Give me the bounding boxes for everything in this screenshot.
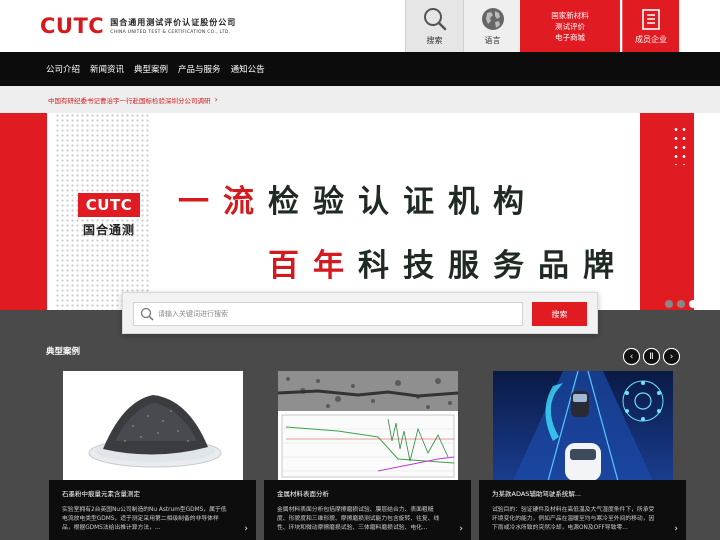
slogan1-red: 一流 xyxy=(178,184,268,220)
case-image-surface-analysis[interactable] xyxy=(278,371,458,481)
header-language-button[interactable]: 语言 xyxy=(463,0,521,52)
cases-pause-button[interactable]: Ⅱ xyxy=(643,348,660,365)
nav-item-announcements[interactable]: 通知公告 xyxy=(231,63,265,75)
logo-text: 国合通用测试评价认证股份公司 CHINA UNITED TEST & CERTI… xyxy=(110,17,236,35)
cases-next-button[interactable]: › xyxy=(663,348,680,365)
banner-left-panel xyxy=(47,113,55,310)
banner-logo-cn: 国合通测 xyxy=(82,223,135,237)
logo-mark: CUTC xyxy=(40,14,105,38)
search-placeholder: 请输入关键词进行搜索 xyxy=(158,310,228,318)
case-card[interactable]: 为某款ADAS辅助驾驶系统解... 试验目的：验证硬件及材料在高低温及大气湿度条… xyxy=(479,371,686,540)
banner-right-edge xyxy=(694,113,720,310)
header-quick-links: 国家新材料 测试评价 电子商城 xyxy=(520,0,620,52)
language-label: 语言 xyxy=(484,36,501,45)
chevron-right-icon: › xyxy=(663,348,680,365)
banner-logo-mark: CUTC xyxy=(78,193,140,217)
slide-dot[interactable] xyxy=(677,300,685,308)
members-label: 成员企业 xyxy=(635,35,667,44)
nav-item-cases[interactable]: 典型案例 xyxy=(134,63,168,75)
search-icon xyxy=(423,8,446,31)
banner-pagination xyxy=(665,300,697,308)
search-button[interactable]: 搜索 xyxy=(532,302,587,326)
nav-item-company-intro[interactable]: 公司介绍 xyxy=(46,63,80,75)
header: CUTC 国合通用测试评价认证股份公司 CHINA UNITED TEST & … xyxy=(0,0,720,52)
quick-link-new-materials[interactable]: 国家新材料 xyxy=(551,10,589,21)
header-search-button[interactable]: 搜索 xyxy=(405,0,463,52)
search-label: 搜索 xyxy=(426,36,443,45)
banner-left-accent xyxy=(0,113,47,310)
search-icon xyxy=(140,307,154,321)
quick-link-e-mall[interactable]: 电子商城 xyxy=(555,32,585,43)
banner-logo: CUTC 国合通测 xyxy=(78,193,140,237)
case-card-body: 为某款ADAS辅助驾驶系统解... 试验目的：验证硬件及材料在高低温及大气湿度条… xyxy=(479,480,686,540)
case-card-body: 金属材料表面分析 金属材料表面分析包括摩擦磨损试验、膜层结合力、表面粗糙度、形貌… xyxy=(264,480,471,540)
chevron-right-icon[interactable]: › xyxy=(244,524,248,534)
banner-slogan-line1: 一流检验认证机构 xyxy=(178,176,538,221)
search-input[interactable]: 请输入关键词进行搜索 xyxy=(133,302,523,326)
main-nav: 公司介绍 新闻资讯 典型案例 产品与服务 通知公告 xyxy=(0,52,720,86)
case-image-graphite-powder[interactable] xyxy=(63,371,243,481)
chevron-right-icon: › xyxy=(214,95,218,104)
news-ticker-text[interactable]: 中国有研纪委书记曹治宇一行赴国标检验深圳分公司调研 xyxy=(48,95,211,105)
company-logo[interactable]: CUTC 国合通用测试评价认证股份公司 CHINA UNITED TEST & … xyxy=(40,14,236,38)
case-card-body: 石墨粉中痕量元素含量测定 实验室拥有2台英国Nu公司制造的Nu Astrum型G… xyxy=(49,480,256,540)
cases-section: 典型案例 ‹ Ⅱ › 石墨粉中痕量元素含量测定 实验室拥有2台英国Nu公司制造的… xyxy=(0,310,720,540)
case-description: 金属材料表面分析包括摩擦磨损试验、膜层结合力、表面粗糙度、形貌度和三维形貌、摩擦… xyxy=(277,507,440,531)
building-icon xyxy=(642,9,660,30)
case-description: 试验目的：验证硬件及材料在高低温及大气湿度条件下，所承受环境变化的能力，例如产品… xyxy=(492,507,655,531)
banner-slogan-line2: 百年科技服务品牌 xyxy=(268,240,628,285)
news-ticker[interactable]: 中国有研纪委书记曹治宇一行赴国标检验深圳分公司调研 › xyxy=(0,86,720,113)
quick-link-testing-evaluation[interactable]: 测试评价 xyxy=(555,21,585,32)
search-panel: 请输入关键词进行搜索 搜索 xyxy=(122,292,598,334)
chevron-right-icon[interactable]: › xyxy=(459,524,463,534)
chevron-right-icon[interactable]: › xyxy=(674,524,678,534)
header-members-button[interactable]: 成员企业 xyxy=(622,0,679,52)
banner-dots-decoration xyxy=(672,125,688,165)
case-card[interactable]: 石墨粉中痕量元素含量测定 实验室拥有2台英国Nu公司制造的Nu Astrum型G… xyxy=(49,371,256,540)
cases-title: 典型案例 xyxy=(46,347,81,357)
logo-chinese-name: 国合通用测试评价认证股份公司 xyxy=(110,18,237,27)
case-title[interactable]: 金属材料表面分析 xyxy=(277,488,461,498)
cases-prev-button[interactable]: ‹ xyxy=(623,348,640,365)
case-image-adas[interactable] xyxy=(493,371,673,481)
case-title[interactable]: 石墨粉中痕量元素含量测定 xyxy=(62,488,246,498)
case-card[interactable]: 金属材料表面分析 金属材料表面分析包括摩擦磨损试验、膜层结合力、表面粗糙度、形貌… xyxy=(264,371,471,540)
page: CUTC 国合通用测试评价认证股份公司 CHINA UNITED TEST & … xyxy=(0,0,720,540)
slogan2-dark: 科技服务品牌 xyxy=(358,248,628,284)
case-description: 实验室拥有2台英国Nu公司制造的Nu Astrum型GDMS，属于低电流放电类型… xyxy=(62,507,227,531)
slogan2-red: 百年 xyxy=(268,248,358,284)
nav-item-news[interactable]: 新闻资讯 xyxy=(90,63,124,75)
logo-english-name: CHINA UNITED TEST & CERTIFICATION CO., L… xyxy=(110,30,231,35)
pause-icon: Ⅱ xyxy=(643,348,660,365)
chevron-left-icon: ‹ xyxy=(623,348,640,365)
case-title[interactable]: 为某款ADAS辅助驾驶系统解... xyxy=(492,488,676,498)
slide-dot[interactable] xyxy=(665,300,673,308)
globe-icon xyxy=(481,8,504,30)
nav-item-products-services[interactable]: 产品与服务 xyxy=(178,63,221,75)
slide-dot-active[interactable] xyxy=(689,300,697,308)
slogan1-dark: 检验认证机构 xyxy=(268,184,538,220)
